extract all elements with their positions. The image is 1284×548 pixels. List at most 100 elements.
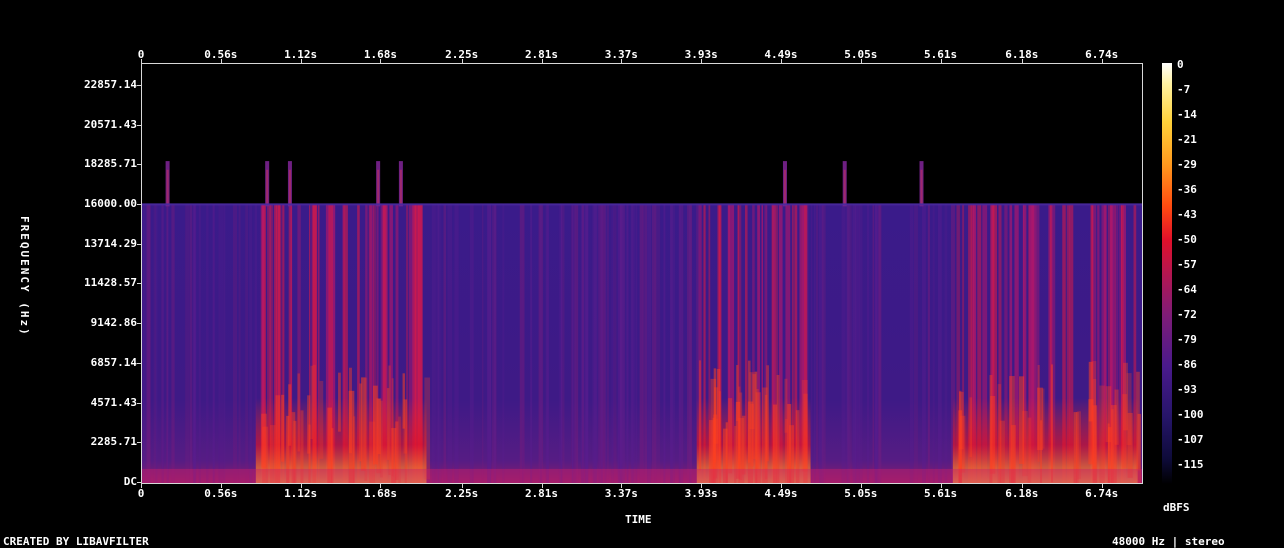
tick-bottom bbox=[860, 484, 862, 488]
spectral-streak bbox=[443, 204, 447, 483]
spectral-streak bbox=[198, 204, 201, 483]
spectral-streak bbox=[545, 204, 549, 483]
low-band-floor bbox=[142, 468, 1142, 483]
colorbar-tick-label: -115 bbox=[1177, 458, 1204, 471]
spectral-streak bbox=[249, 204, 253, 483]
x-tick-bottom-label: 5.61s bbox=[924, 487, 958, 500]
harmonic-band bbox=[391, 378, 394, 477]
x-axis-title: TIME bbox=[625, 513, 652, 526]
spectral-streak bbox=[585, 204, 589, 483]
spectral-streak bbox=[571, 204, 574, 483]
tick-top bbox=[860, 59, 862, 63]
tick-bottom bbox=[621, 484, 623, 488]
y-tick bbox=[137, 323, 141, 325]
x-tick-bottom-label: 4.49s bbox=[764, 487, 798, 500]
spectrogram-image bbox=[142, 161, 1142, 483]
harmonic-band bbox=[312, 364, 317, 483]
colorbar-tick-label: -50 bbox=[1177, 233, 1197, 246]
colorbar-tick-label: -57 bbox=[1177, 258, 1197, 271]
harmonic-band bbox=[801, 379, 808, 472]
harmonic-band bbox=[281, 394, 285, 462]
x-tick-bottom-label: 3.37s bbox=[604, 487, 638, 500]
harmonic-band bbox=[373, 385, 378, 465]
harmonic-band bbox=[379, 400, 383, 478]
spectral-streak bbox=[492, 204, 497, 483]
colorbar-tick-label: -86 bbox=[1177, 358, 1197, 371]
x-tick-bottom-label: 2.25s bbox=[445, 487, 479, 500]
burst-core bbox=[266, 169, 269, 205]
tick-top bbox=[780, 59, 782, 63]
spectral-streak bbox=[866, 204, 870, 483]
spectral-streak bbox=[914, 204, 918, 483]
x-tick-bottom-label: 1.68s bbox=[363, 487, 398, 500]
spectral-streak bbox=[642, 204, 645, 483]
colorbar bbox=[1162, 63, 1172, 484]
burst-core bbox=[920, 169, 923, 205]
spectral-streak bbox=[233, 204, 237, 483]
spectral-streak bbox=[591, 204, 597, 483]
spectral-streak bbox=[560, 204, 562, 483]
spectral-streak bbox=[651, 204, 655, 483]
harmonic-band bbox=[386, 388, 390, 460]
spectral-streak bbox=[171, 204, 175, 483]
spectral-streak bbox=[821, 204, 826, 483]
spectral-streak bbox=[481, 204, 484, 483]
spectral-streak bbox=[816, 204, 819, 483]
harmonic-band bbox=[969, 397, 973, 457]
colorbar-tick-label: -7 bbox=[1177, 83, 1191, 96]
spectral-streak bbox=[219, 204, 224, 483]
spectral-streak bbox=[841, 204, 846, 483]
harmonic-band bbox=[741, 415, 746, 475]
colorbar-tick-label: -43 bbox=[1177, 208, 1197, 221]
x-tick-bottom-label: 6.74s bbox=[1085, 487, 1119, 500]
spectral-streak bbox=[540, 204, 543, 483]
y-tick bbox=[137, 164, 141, 166]
x-tick-bottom-label: 0.56s bbox=[204, 487, 238, 500]
tick-bottom bbox=[1101, 484, 1103, 488]
y-axis-title: FREQUENCY (Hz) bbox=[18, 216, 31, 337]
spectral-streak bbox=[636, 204, 638, 483]
spectral-streak bbox=[878, 204, 882, 483]
harmonic-band bbox=[1051, 364, 1054, 483]
spectral-streak bbox=[447, 204, 453, 483]
spectral-streak bbox=[606, 204, 609, 483]
y-tick bbox=[137, 362, 141, 364]
harmonic-band bbox=[359, 383, 362, 462]
colorbar-tick-label: -100 bbox=[1177, 408, 1204, 421]
y-tick bbox=[137, 442, 141, 444]
spectral-streak bbox=[519, 204, 525, 483]
burst-core bbox=[166, 169, 169, 205]
spectral-streak bbox=[431, 204, 436, 483]
y-tick-label: 22857.14 bbox=[84, 77, 137, 91]
x-tick-bottom-label: 6.18s bbox=[1005, 487, 1039, 500]
spectral-streak bbox=[213, 204, 216, 483]
spectral-streak bbox=[502, 204, 505, 483]
spectral-streak bbox=[454, 204, 459, 483]
burst-core bbox=[843, 169, 846, 205]
colorbar-tick-label: 0 bbox=[1177, 58, 1184, 71]
y-tick-label: DC bbox=[123, 475, 137, 488]
harmonic-band bbox=[716, 368, 721, 469]
y-tick bbox=[137, 124, 141, 126]
spectral-streak bbox=[582, 204, 584, 483]
y-tick-label: 9142.86 bbox=[90, 316, 137, 330]
colorbar-unit: dBFS bbox=[1163, 501, 1190, 514]
spectral-streak bbox=[872, 204, 874, 483]
spectral-streak bbox=[670, 204, 675, 483]
x-tick-bottom-label: 5.05s bbox=[844, 487, 878, 500]
spectral-streak bbox=[223, 204, 226, 483]
spectral-streak bbox=[245, 204, 249, 483]
harmonic-band bbox=[762, 387, 768, 483]
y-tick-label: 4571.43 bbox=[90, 395, 137, 409]
harmonic-band bbox=[319, 380, 324, 459]
spectral-streak bbox=[522, 204, 524, 483]
burst-core bbox=[783, 169, 786, 205]
spectral-streak bbox=[644, 204, 648, 483]
colorbar-tick-label: -64 bbox=[1177, 283, 1197, 296]
y-tick bbox=[137, 204, 141, 205]
spectral-streak bbox=[630, 204, 634, 483]
spectral-streak bbox=[813, 204, 816, 483]
x-tick-bottom-label: 3.93s bbox=[684, 487, 718, 500]
tick-top bbox=[621, 59, 623, 63]
tick-bottom bbox=[701, 484, 703, 488]
